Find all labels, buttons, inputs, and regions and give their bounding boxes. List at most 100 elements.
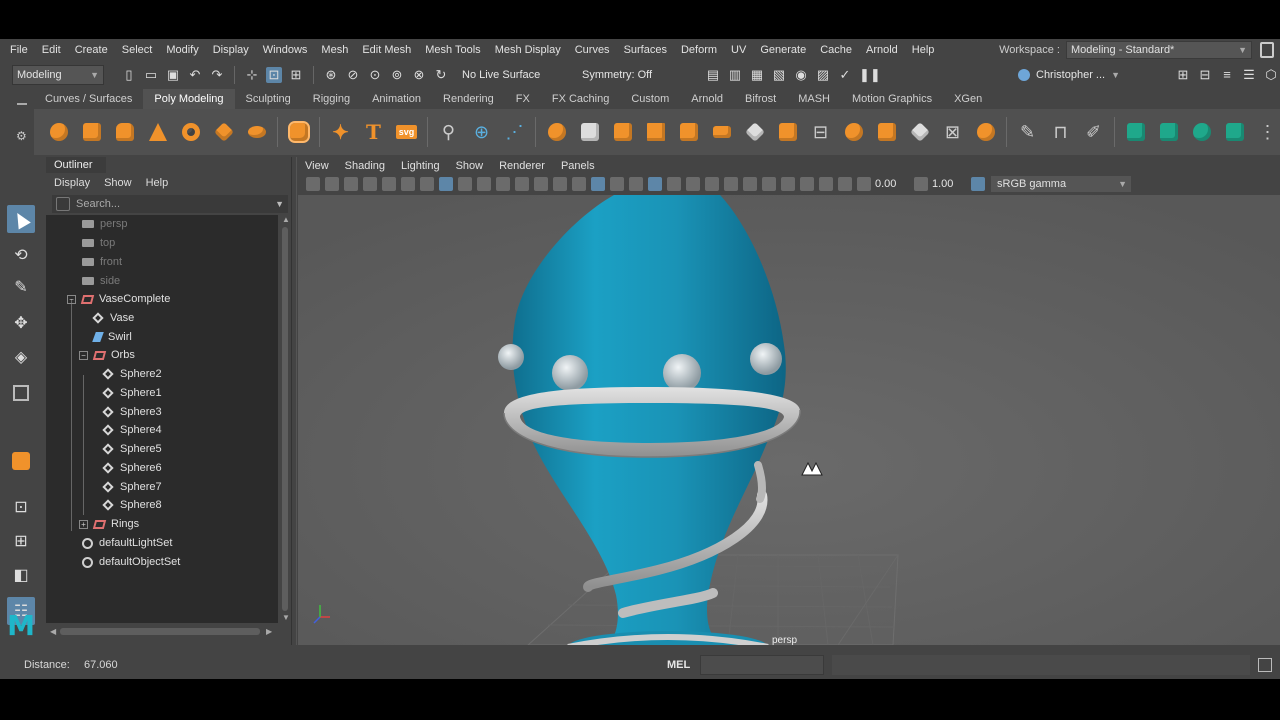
tab-mash[interactable]: MASH <box>787 89 841 109</box>
last-tool-icon[interactable] <box>7 447 35 475</box>
menu-file[interactable]: File <box>0 44 35 56</box>
bridge-icon[interactable] <box>709 119 735 145</box>
workspace-select[interactable]: Modeling - Standard* ▼ <box>1066 41 1252 59</box>
tree-item-defaultlightset[interactable]: defaultLightSet <box>82 534 172 552</box>
poly-plane-icon[interactable] <box>211 119 237 145</box>
viewport-scene[interactable]: persp <box>298 195 1280 645</box>
live-surface-field[interactable]: No Live Surface <box>458 66 558 84</box>
ambient-occlusion-icon[interactable] <box>704 177 719 191</box>
cylindrical-map-icon[interactable] <box>1156 119 1182 145</box>
image-plane-icon[interactable] <box>362 177 377 191</box>
append-polygon-icon[interactable] <box>775 119 801 145</box>
film-gate-icon[interactable] <box>457 177 472 191</box>
attribute-editor-icon[interactable]: ⊟ <box>1197 67 1213 83</box>
snap-view-icon[interactable]: ⊚ <box>389 67 405 83</box>
menu-cache[interactable]: Cache <box>813 44 859 56</box>
scroll-up-icon[interactable]: ▲ <box>282 215 290 224</box>
render-current-icon[interactable]: ▥ <box>727 67 743 83</box>
uv-layout-icon[interactable]: ⊓ <box>1048 119 1074 145</box>
field-chart-icon[interactable] <box>514 177 529 191</box>
viewport-menu-shading[interactable]: Shading <box>345 160 385 172</box>
smooth-icon[interactable] <box>643 119 669 145</box>
tree-item-side[interactable]: side <box>82 272 120 290</box>
scrollbar-thumb[interactable] <box>60 628 260 635</box>
xray-components-icon[interactable] <box>837 177 852 191</box>
safe-action-icon[interactable] <box>533 177 548 191</box>
lasso-tool-icon[interactable]: ⟲ <box>7 241 35 269</box>
poly-disc-icon[interactable] <box>244 119 270 145</box>
resolution-gate-icon[interactable] <box>476 177 491 191</box>
menu-mesh-display[interactable]: Mesh Display <box>488 44 568 56</box>
type-tool-icon[interactable]: T <box>361 119 387 145</box>
tree-item-sphere4[interactable]: Sphere4 <box>102 421 162 439</box>
modeling-toolkit-icon[interactable]: ⊞ <box>1175 67 1191 83</box>
gamma-value[interactable]: 1.00 <box>932 178 962 190</box>
uv-editor-icon[interactable]: ⊕ <box>469 119 495 145</box>
menu-select[interactable]: Select <box>115 44 160 56</box>
menu-uv[interactable]: UV <box>724 44 753 56</box>
expand-orbs[interactable]: − <box>79 351 88 360</box>
channel-box-icon[interactable]: ☰ <box>1241 67 1257 83</box>
undo-icon[interactable]: ↶ <box>187 67 203 83</box>
select-hierarchy-icon[interactable]: ⊹ <box>244 67 260 83</box>
tree-item-defaultobjectset[interactable]: defaultObjectSet <box>82 553 180 571</box>
depth-of-field-icon[interactable] <box>761 177 776 191</box>
tool-settings-icon[interactable]: ≡ <box>1219 67 1235 83</box>
new-scene-icon[interactable]: ▯ <box>121 67 137 83</box>
bevel-icon[interactable] <box>742 119 768 145</box>
filter-icon[interactable] <box>56 197 70 211</box>
two-pane-icon[interactable]: ◧ <box>7 561 35 589</box>
open-scene-icon[interactable]: ▭ <box>143 67 159 83</box>
tab-fx[interactable]: FX <box>505 89 541 109</box>
snap-vertex-icon[interactable]: ↻ <box>433 67 449 83</box>
render-view-icon[interactable]: ▤ <box>705 67 721 83</box>
four-pane-icon[interactable]: ⊞ <box>7 527 35 555</box>
snap-curve-icon[interactable]: ⊘ <box>345 67 361 83</box>
menu-display[interactable]: Display <box>206 44 256 56</box>
automatic-map-icon[interactable] <box>1222 119 1248 145</box>
sculpt-icon[interactable] <box>973 119 999 145</box>
poly-cylinder-icon[interactable] <box>112 119 138 145</box>
menu-arnold[interactable]: Arnold <box>859 44 905 56</box>
select-camera-icon[interactable] <box>305 177 320 191</box>
menu-surfaces[interactable]: Surfaces <box>617 44 674 56</box>
tree-item-front[interactable]: front <box>82 253 122 271</box>
menu-deform[interactable]: Deform <box>674 44 724 56</box>
symmetry-field[interactable]: Symmetry: Off <box>578 66 688 84</box>
scroll-left-icon[interactable]: ◀ <box>50 627 56 636</box>
use-lights-icon[interactable] <box>666 177 681 191</box>
save-scene-icon[interactable]: ▣ <box>165 67 181 83</box>
menu-mesh-tools[interactable]: Mesh Tools <box>418 44 487 56</box>
scroll-down-icon[interactable]: ▼ <box>282 613 290 622</box>
menu-set-select[interactable]: Modeling ▼ <box>12 65 104 85</box>
two-d-pan-icon[interactable] <box>400 177 415 191</box>
expand-rings[interactable]: + <box>79 520 88 529</box>
outliner-menu-display[interactable]: Display <box>54 177 90 189</box>
fill-hole-icon[interactable]: ⊟ <box>808 119 834 145</box>
viewport-menu-renderer[interactable]: Renderer <box>499 160 545 172</box>
menu-edit-mesh[interactable]: Edit Mesh <box>355 44 418 56</box>
soft-select-icon[interactable]: ⚲ <box>436 119 462 145</box>
tree-item-sphere5[interactable]: Sphere5 <box>102 440 162 458</box>
menu-create[interactable]: Create <box>68 44 115 56</box>
viewport-menu-view[interactable]: View <box>305 160 329 172</box>
tree-item-orbs[interactable]: Orbs <box>92 346 135 364</box>
gate-mask-icon[interactable] <box>495 177 510 191</box>
tree-item-vase[interactable]: Vase <box>92 309 134 327</box>
chevron-down-icon[interactable]: ▼ <box>275 199 284 209</box>
textured-icon[interactable] <box>647 177 662 191</box>
workspace-lock-icon[interactable] <box>1260 42 1274 58</box>
xray-joints-icon[interactable] <box>818 177 833 191</box>
smooth-shade-icon[interactable] <box>590 177 605 191</box>
render-settings-icon[interactable]: ▧ <box>771 67 787 83</box>
tab-rendering[interactable]: Rendering <box>432 89 505 109</box>
shelf-collapse-icon[interactable] <box>17 103 27 105</box>
viewport-menu-lighting[interactable]: Lighting <box>401 160 440 172</box>
menu-edit[interactable]: Edit <box>35 44 68 56</box>
mel-command-input[interactable] <box>700 655 824 675</box>
tab-fx-caching[interactable]: FX Caching <box>541 89 620 109</box>
hypershade-icon[interactable]: ◉ <box>793 67 809 83</box>
tree-item-persp[interactable]: persp <box>82 215 128 233</box>
grid-icon[interactable] <box>438 177 453 191</box>
anti-aliasing-icon[interactable] <box>742 177 757 191</box>
